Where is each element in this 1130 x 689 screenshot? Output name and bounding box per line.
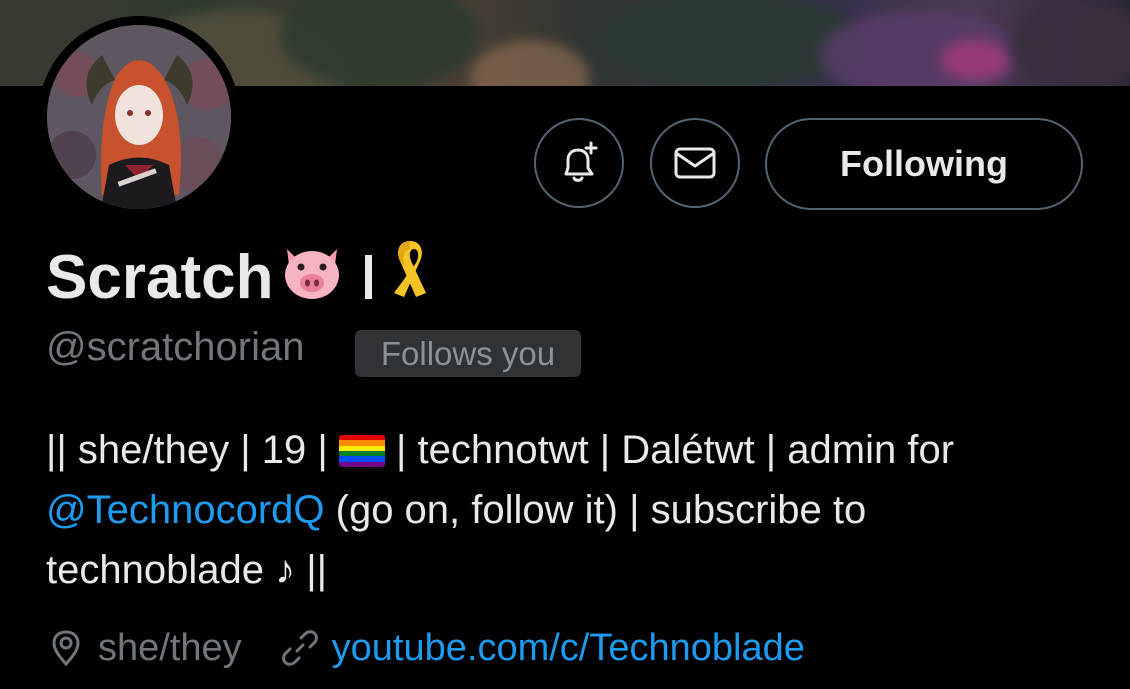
- bio-text-end: | technotwt | Dalétwt | admin for: [395, 428, 955, 472]
- display-name: Scratch: [46, 240, 434, 312]
- location-text: she/they: [98, 626, 242, 669]
- bell-plus-icon: [564, 141, 598, 182]
- envelope-icon: [674, 147, 716, 179]
- profile-meta: she/they youtube.com/c/Technoblade: [46, 620, 805, 676]
- website-link[interactable]: youtube.com/c/Technoblade: [332, 627, 805, 670]
- link-icon: [281, 630, 318, 666]
- bio-line-2: @TechnocordQ (go on, follow it) | subscr…: [46, 480, 1106, 540]
- location-pin-icon: [52, 630, 80, 667]
- display-name-text: Scratch: [46, 242, 274, 312]
- bio-line-3: technoblade ♪ ||: [46, 548, 327, 592]
- following-button[interactable]: Following: [765, 118, 1083, 210]
- profile-bio: || she/they | 19 | | technotwt | Dalétwt…: [46, 420, 1106, 600]
- yellow-ribbon-icon: [386, 237, 434, 318]
- bio-line-1: || she/they | 19 | | technotwt | Dalétwt…: [46, 420, 1106, 480]
- message-button[interactable]: [650, 118, 740, 208]
- notify-button[interactable]: [534, 118, 624, 208]
- profile-handle: @scratchorian: [46, 325, 305, 369]
- bio-mention-link[interactable]: @TechnocordQ: [46, 488, 325, 532]
- avatar[interactable]: [47, 25, 231, 209]
- rainbow-flag-icon: [338, 435, 385, 467]
- bio-text-line2: (go on, follow it) | subscribe to: [324, 488, 867, 532]
- pig-face-icon: [279, 239, 345, 316]
- name-separator: [365, 255, 373, 299]
- bio-text-start: || she/they | 19 |: [46, 428, 328, 472]
- follows-you-badge: Follows you: [355, 330, 581, 377]
- location-item: she/they: [46, 627, 242, 670]
- website-item[interactable]: youtube.com/c/Technoblade: [280, 627, 805, 670]
